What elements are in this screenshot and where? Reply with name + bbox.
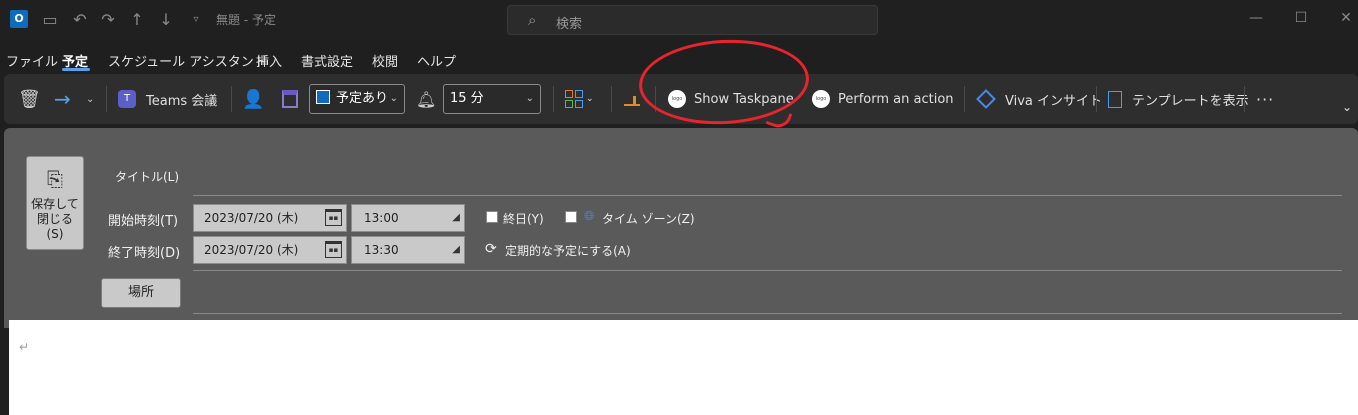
save-close-label-1: 保存して [31,197,79,211]
reminder-dropdown[interactable]: 15 分 ⌄ [443,84,541,114]
message-body-editor[interactable] [9,320,1358,415]
search-box[interactable]: ⌕ 検索 [507,5,878,35]
end-date-picker[interactable]: 2023/07/20 (木) ▪▪ [193,236,347,264]
location-button[interactable]: 場所 [101,278,181,308]
calendar-icon: ▪▪ [325,209,342,226]
teams-meeting-label: Teams 会議 [146,93,218,109]
ribbon-separator [655,86,656,112]
start-time-label: 開始時刻(T) [108,214,179,229]
end-time-value: 13:30 [364,243,399,257]
categorize-button[interactable]: ⌄ [565,74,594,124]
window-title: 無題 - 予定 [216,13,276,27]
categorize-icon [565,90,583,108]
maximize-button[interactable]: ☐ [1291,10,1311,26]
ribbon-separator [611,86,612,112]
chevron-down-icon: ⌄ [389,93,398,104]
template-icon [1108,90,1122,108]
time-zone-label: タイム ゾーン(Z) [602,212,695,226]
teams-meeting-button[interactable]: T Teams 会議 [118,74,217,124]
ribbon: 🗑 → ⌄ T Teams 会議 👤 予定あり ⌄ 🔔︎ 15 分 ⌄ ⌄ lo… [4,74,1358,124]
viva-insights-button[interactable]: Viva インサイト [976,74,1102,124]
start-time-value: 13:00 [364,211,399,225]
dropdown-triangle-icon: ◢ [452,244,460,255]
addin-logo-icon: logo [812,90,830,108]
show-as-color-icon[interactable] [282,74,298,124]
save-close-label-2: 閉じる [36,212,73,226]
ribbon-separator [964,86,965,112]
teams-icon: T [118,90,136,108]
search-icon: ⌕ [528,11,537,29]
show-taskpane-label: Show Taskpane [694,91,794,107]
view-templates-label: テンプレートを表示 [1132,93,1249,109]
title-label: タイトル(L) [115,170,180,184]
viva-icon [976,89,996,109]
ribbon-separator [106,86,107,112]
title-bar: O ▭ ↶ ↷ ↑ ↓ ▿ 無題 - 予定 ⌕ 検索 — ☐ ✕ [0,0,1358,40]
minimize-button[interactable]: — [1246,10,1266,26]
calendar-color-icon [282,90,298,108]
outlook-app-icon: O [10,10,28,28]
redo-icon[interactable]: ↷ [98,10,118,30]
more-options-icon[interactable]: ··· [1256,74,1274,124]
start-date-value: 2023/07/20 (木) [204,211,299,225]
recurrence-icon[interactable]: ⟳ [485,241,497,257]
perform-action-button[interactable]: logo Perform an action [812,74,954,124]
view-templates-button[interactable]: テンプレートを表示 [1108,74,1249,124]
time-zone-checkbox[interactable] [565,211,577,223]
globe-icon: 🌐︎ [584,209,595,224]
search-placeholder: 検索 [556,17,583,32]
reminder-value: 15 分 [450,91,484,106]
viva-insights-label: Viva インサイト [1005,93,1103,109]
close-button[interactable]: ✕ [1336,10,1356,26]
chevron-down-icon: ⌄ [586,94,594,104]
ribbon-separator [553,86,554,112]
start-time-dropdown[interactable]: 13:00 ◢ [351,204,465,232]
ribbon-collapse-icon[interactable]: ⌄ [1342,82,1352,132]
perform-action-label: Perform an action [838,91,954,107]
arrow-up-icon[interactable]: ↑ [127,10,147,30]
invite-attendees-icon[interactable]: 👤 [242,74,264,124]
paragraph-mark: ↵ [19,340,30,354]
forward-icon[interactable]: → [54,74,71,124]
dropdown-triangle-icon: ◢ [452,212,460,223]
undo-icon[interactable]: ↶ [70,10,90,30]
save-icon[interactable]: ▭ [40,10,60,30]
ribbon-separator [231,86,232,112]
forward-dropdown-icon[interactable]: ⌄ [86,74,94,124]
save-close-icon: ⎘ [47,167,63,191]
addin-logo-icon: logo [668,90,686,108]
divider-line [193,270,1342,271]
menu-insert[interactable]: 挿入 [256,51,282,70]
chevron-down-icon: ⌄ [525,93,534,104]
menu-bar: ファイル 予定 スケジュール アシスタント 挿入 書式設定 校閲 ヘルプ [0,46,1358,72]
insights-chart-icon[interactable] [624,74,640,124]
save-and-close-button[interactable]: ⎘ 保存して 閉じる (S) [26,156,84,250]
show-as-value: 予定あり [336,91,389,106]
delete-icon[interactable]: 🗑 [18,74,41,124]
menu-review[interactable]: 校閲 [372,51,398,70]
title-input-underline[interactable] [193,195,1342,196]
active-tab-underline [62,68,90,71]
end-time-label: 終了時刻(D) [108,246,181,261]
ribbon-separator [1096,86,1097,112]
end-date-value: 2023/07/20 (木) [204,243,299,257]
arrow-down-icon[interactable]: ↓ [156,10,176,30]
bell-icon: 🔔︎ [416,89,437,109]
menu-format[interactable]: 書式設定 [301,51,353,70]
ribbon-separator [1244,86,1245,112]
start-date-picker[interactable]: 2023/07/20 (木) ▪▪ [193,204,347,232]
busy-status-swatch [316,90,330,104]
menu-file[interactable]: ファイル [6,51,58,70]
menu-help[interactable]: ヘルプ [417,51,456,70]
customize-toolbar-icon[interactable]: ▿ [186,10,206,30]
recurrence-button[interactable]: 定期的な予定にする(A) [505,242,631,259]
menu-scheduling-assistant[interactable]: スケジュール アシスタント [108,51,267,70]
calendar-icon: ▪▪ [325,241,342,258]
end-time-dropdown[interactable]: 13:30 ◢ [351,236,465,264]
all-day-checkbox[interactable] [486,211,498,223]
location-input-underline[interactable] [193,313,1342,314]
all-day-label: 終日(Y) [503,212,544,226]
show-as-dropdown[interactable]: 予定あり ⌄ [309,84,405,114]
save-close-label-3: (S) [46,227,64,241]
